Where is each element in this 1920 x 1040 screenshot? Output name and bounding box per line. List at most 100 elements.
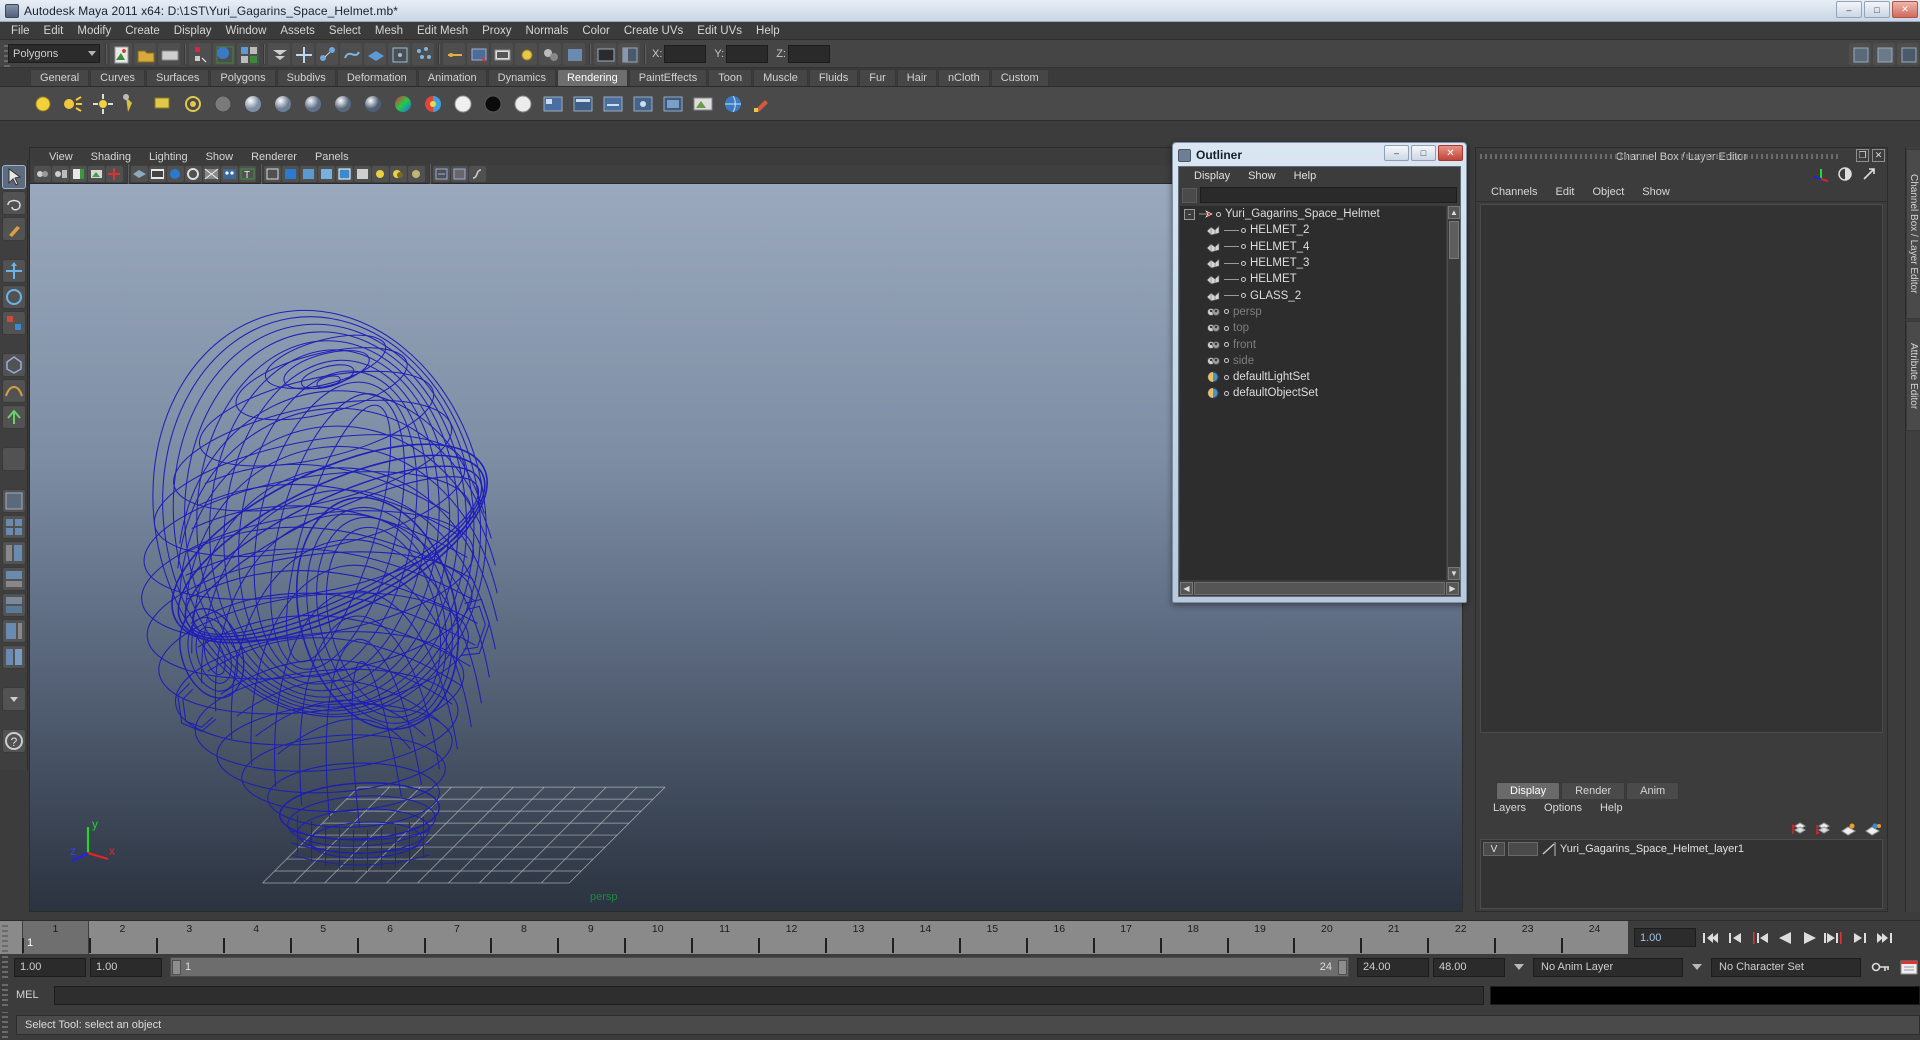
shelf-tab-deformation[interactable]: Deformation: [336, 69, 417, 86]
shelf-tab-fur[interactable]: Fur: [859, 69, 896, 86]
environment-sphere-icon[interactable]: [720, 91, 746, 117]
scroll-down-icon[interactable]: ▼: [1448, 567, 1460, 580]
outliner-tree[interactable]: - Yuri_Gagarins_Space_Helmet HELMET_2 HELME…: [1180, 206, 1446, 580]
outliner-maximize-button[interactable]: □: [1411, 145, 1436, 161]
menu-item-assets[interactable]: Assets: [273, 24, 322, 38]
smooth-shade-all-icon[interactable]: [282, 166, 299, 182]
outliner-item-helmet-4[interactable]: HELMET_4: [1180, 239, 1446, 255]
menu-item-display[interactable]: Display: [167, 24, 219, 38]
use-background-icon[interactable]: [480, 91, 506, 117]
select-by-hierarchy-icon[interactable]: [189, 42, 211, 65]
go-to-start-icon[interactable]: [1699, 928, 1721, 948]
shelf-tab-subdivs[interactable]: Subdivs: [276, 69, 336, 86]
maximize-button[interactable]: □: [1864, 1, 1890, 18]
smooth-shade-selected-icon[interactable]: [300, 166, 317, 182]
shelf-tab-muscle[interactable]: Muscle: [753, 69, 808, 86]
layer-tab-render[interactable]: Render: [1561, 782, 1626, 799]
play-forwards-icon[interactable]: [1799, 928, 1821, 948]
image-plane-icon[interactable]: [690, 91, 716, 117]
shaded-wireframe-icon[interactable]: [336, 166, 353, 182]
render-layer-icon[interactable]: [660, 91, 686, 117]
new-layer-selected-icon[interactable]: [1864, 822, 1881, 837]
shelf-tab-surfaces[interactable]: Surfaces: [145, 69, 210, 86]
current-frame-field[interactable]: 1.00: [1634, 928, 1696, 947]
outliner-item-side[interactable]: side: [1180, 353, 1446, 369]
step-back-keyframe-icon[interactable]: [1724, 928, 1746, 948]
tab-attribute-editor[interactable]: Attribute Editor: [1906, 321, 1920, 431]
time-slider-track[interactable]: 1 1 2 3 4 5 6 7 8 9 10 11 12 13 14 15 16 17 18 19 20 21 22 23 24: [22, 921, 1628, 954]
show-attribute-editor-icon[interactable]: [1873, 42, 1895, 65]
textured-icon[interactable]: [354, 166, 371, 182]
select-tool-icon[interactable]: [1, 165, 26, 189]
axis-icon[interactable]: [1813, 166, 1830, 182]
outliner-close-button[interactable]: ✕: [1438, 145, 1463, 161]
outliner-item-defaultlightset[interactable]: defaultLightSet: [1180, 369, 1446, 385]
anisotropic-material-icon[interactable]: [330, 91, 356, 117]
outliner-item-helmet[interactable]: HELMET: [1180, 271, 1446, 287]
shelf-tab-painteffects[interactable]: PaintEffects: [628, 69, 708, 86]
select-by-object-icon[interactable]: [213, 42, 235, 65]
layer-row[interactable]: V Yuri_Gagarins_Space_Helmet_layer1: [1481, 840, 1882, 857]
mel-output-field[interactable]: [1490, 985, 1920, 1005]
open-render-view-icon[interactable]: [594, 42, 616, 65]
ipr-render-icon[interactable]: [563, 42, 585, 65]
show-manipulator-icon[interactable]: [1, 405, 26, 429]
range-slider-grip[interactable]: [2, 956, 8, 978]
xray-icon[interactable]: [408, 166, 425, 182]
outliner-hscroll-thumb[interactable]: [1194, 582, 1445, 595]
image-plane-icon[interactable]: [88, 166, 105, 182]
minimize-button[interactable]: –: [1836, 1, 1862, 18]
menu-item-window[interactable]: Window: [218, 24, 273, 38]
volume-light-icon[interactable]: [180, 91, 206, 117]
snap-points-cloud-icon[interactable]: [412, 42, 434, 65]
ambient-light-icon[interactable]: [30, 91, 56, 117]
shelf-tab-hair[interactable]: Hair: [896, 69, 937, 86]
outliner-item-persp[interactable]: persp: [1180, 304, 1446, 320]
field-chart-icon[interactable]: [185, 166, 202, 182]
shelf-tab-dynamics[interactable]: Dynamics: [487, 69, 556, 86]
animation-end-time-field[interactable]: 48.00: [1433, 957, 1505, 977]
open-scene-icon[interactable]: [134, 42, 156, 65]
menu-item-color[interactable]: Color: [575, 24, 616, 38]
scroll-right-icon[interactable]: ▶: [1446, 582, 1459, 595]
layer-visibility-toggle[interactable]: V: [1483, 841, 1505, 856]
layout-single-perspective-icon[interactable]: [1, 489, 26, 513]
shelf-tab-rendering[interactable]: Rendering: [556, 69, 628, 86]
shelf-tab-polygons[interactable]: Polygons: [210, 69, 276, 86]
color-wheel-icon[interactable]: [420, 91, 446, 117]
layer-shading-toggle[interactable]: [1508, 841, 1538, 856]
layer-menu-layers[interactable]: Layers: [1484, 802, 1535, 814]
layer-list[interactable]: V Yuri_Gagarins_Space_Helmet_layer1: [1480, 839, 1883, 909]
snap-point-icon[interactable]: [340, 42, 362, 65]
viewport-menu-panels[interactable]: Panels: [306, 151, 358, 163]
viewport-menu-view[interactable]: View: [40, 151, 82, 163]
outliner-filter-icon[interactable]: [1182, 187, 1197, 203]
character-set-selector[interactable]: No Character Set: [1711, 957, 1861, 977]
last-tool-used-icon[interactable]: [1, 447, 26, 471]
spot-light-icon[interactable]: [120, 91, 146, 117]
construction-history-icon[interactable]: [443, 42, 465, 65]
help-line-icon[interactable]: ?: [1, 729, 26, 753]
command-line-grip[interactable]: [2, 984, 8, 1006]
range-slider-bar[interactable]: 1 24: [170, 957, 1349, 977]
ramp-shader-icon[interactable]: [390, 91, 416, 117]
menu-item-create-uvs[interactable]: Create UVs: [617, 24, 690, 38]
viewport-menu-shading[interactable]: Shading: [82, 151, 140, 163]
channel-menu-object[interactable]: Object: [1583, 186, 1633, 198]
outliner-expander-icon[interactable]: -: [1184, 208, 1195, 220]
menu-item-proxy[interactable]: Proxy: [475, 24, 518, 38]
render-view-icon[interactable]: [540, 91, 566, 117]
paint-effects-icon[interactable]: [750, 91, 776, 117]
arrow-icon[interactable]: [1861, 166, 1878, 182]
shadows-icon[interactable]: [390, 166, 407, 182]
coord-x-input[interactable]: [664, 44, 707, 63]
shelf-tab-animation[interactable]: Animation: [417, 69, 487, 86]
snap-grid-icon[interactable]: [292, 42, 314, 65]
menuset-selector[interactable]: Polygons: [8, 44, 100, 63]
camera-attributes-icon[interactable]: [52, 166, 69, 182]
film-gate-icon[interactable]: [149, 166, 166, 182]
layer-up-icon[interactable]: [1792, 822, 1809, 837]
new-layer-icon[interactable]: [1840, 822, 1857, 837]
go-to-end-icon[interactable]: [1874, 928, 1896, 948]
layer-tab-display[interactable]: Display: [1496, 782, 1561, 799]
